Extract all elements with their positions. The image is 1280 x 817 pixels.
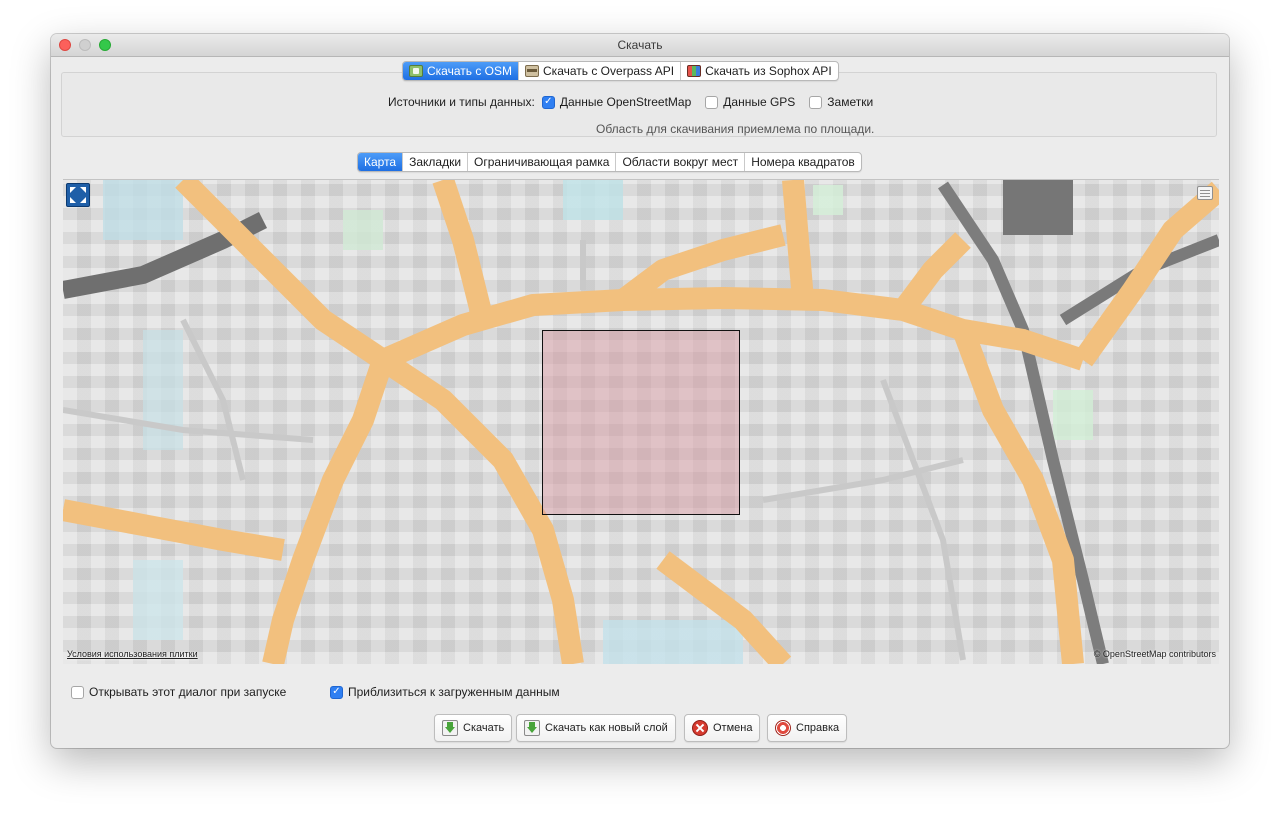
- data-sources-row: Источники и типы данных: ✓ Данные OpenSt…: [388, 95, 873, 109]
- tab-areas-around-places[interactable]: Области вокруг мест: [616, 153, 746, 171]
- open-on-startup-checkbox[interactable]: [71, 685, 84, 699]
- osm-download-icon: [409, 65, 423, 77]
- cancel-button[interactable]: Отмена: [684, 714, 761, 742]
- download-button[interactable]: Скачать: [434, 714, 513, 742]
- lifebuoy-icon: [775, 720, 791, 736]
- area-status-text: Область для скачивания приемлема по площ…: [596, 122, 875, 136]
- tab-download-sophox[interactable]: Скачать из Sophox API: [681, 62, 838, 80]
- map-view[interactable]: Условия использования плитки © OpenStree…: [63, 179, 1219, 664]
- download-dialog: Скачать Скачать с OSM Скачать с Overpass…: [51, 34, 1229, 748]
- zoom-to-data-label: Приблизиться к загруженным данным: [348, 685, 560, 699]
- sources-label: Источники и типы данных:: [388, 95, 535, 109]
- title-bar: Скачать: [51, 34, 1229, 57]
- tab-download-osm[interactable]: Скачать с OSM: [403, 62, 520, 80]
- tab-bounding-box[interactable]: Ограничивающая рамка: [468, 153, 617, 171]
- zoom-to-data-checkbox[interactable]: ✓: [330, 685, 343, 699]
- open-on-startup-option[interactable]: Открывать этот диалог при запуске: [71, 685, 286, 699]
- map-tabs: Карта Закладки Ограничивающая рамка Обла…: [357, 152, 862, 172]
- zoom-to-data-option[interactable]: ✓ Приблизиться к загруженным данным: [330, 685, 560, 699]
- source-tabs: Скачать с OSM Скачать с Overpass API Ска…: [402, 61, 839, 81]
- tab-map[interactable]: Карта: [358, 153, 404, 171]
- tab-download-overpass[interactable]: Скачать с Overpass API: [519, 62, 682, 80]
- tile-terms-link[interactable]: Условия использования плитки: [67, 649, 198, 659]
- overpass-icon: [525, 65, 540, 77]
- cancel-icon: [692, 720, 708, 736]
- gps-data-checkbox[interactable]: [705, 95, 719, 109]
- notes-checkbox[interactable]: [809, 95, 823, 109]
- download-area-selection[interactable]: [542, 330, 740, 515]
- expand-map-button[interactable]: [66, 183, 90, 207]
- tab-bookmarks[interactable]: Закладки: [403, 153, 469, 171]
- tab-tile-numbers[interactable]: Номера квадратов: [745, 153, 861, 171]
- help-button[interactable]: Справка: [767, 714, 848, 742]
- layer-list-icon[interactable]: [1197, 186, 1213, 200]
- gps-data-label: Данные GPS: [723, 95, 796, 109]
- download-as-new-layer-button[interactable]: Скачать как новый слой: [516, 714, 676, 742]
- map-attribution: © OpenStreetMap contributors: [1093, 649, 1216, 659]
- window-title: Скачать: [617, 38, 663, 52]
- osm-data-label: Данные OpenStreetMap: [559, 95, 692, 109]
- download-icon: [442, 720, 458, 736]
- open-on-startup-label: Открывать этот диалог при запуске: [89, 685, 287, 699]
- download-icon: [524, 720, 540, 736]
- sophox-icon: [687, 65, 702, 77]
- osm-data-checkbox[interactable]: ✓: [541, 95, 555, 109]
- notes-label: Заметки: [827, 95, 874, 109]
- expand-arrows-icon: [70, 187, 86, 203]
